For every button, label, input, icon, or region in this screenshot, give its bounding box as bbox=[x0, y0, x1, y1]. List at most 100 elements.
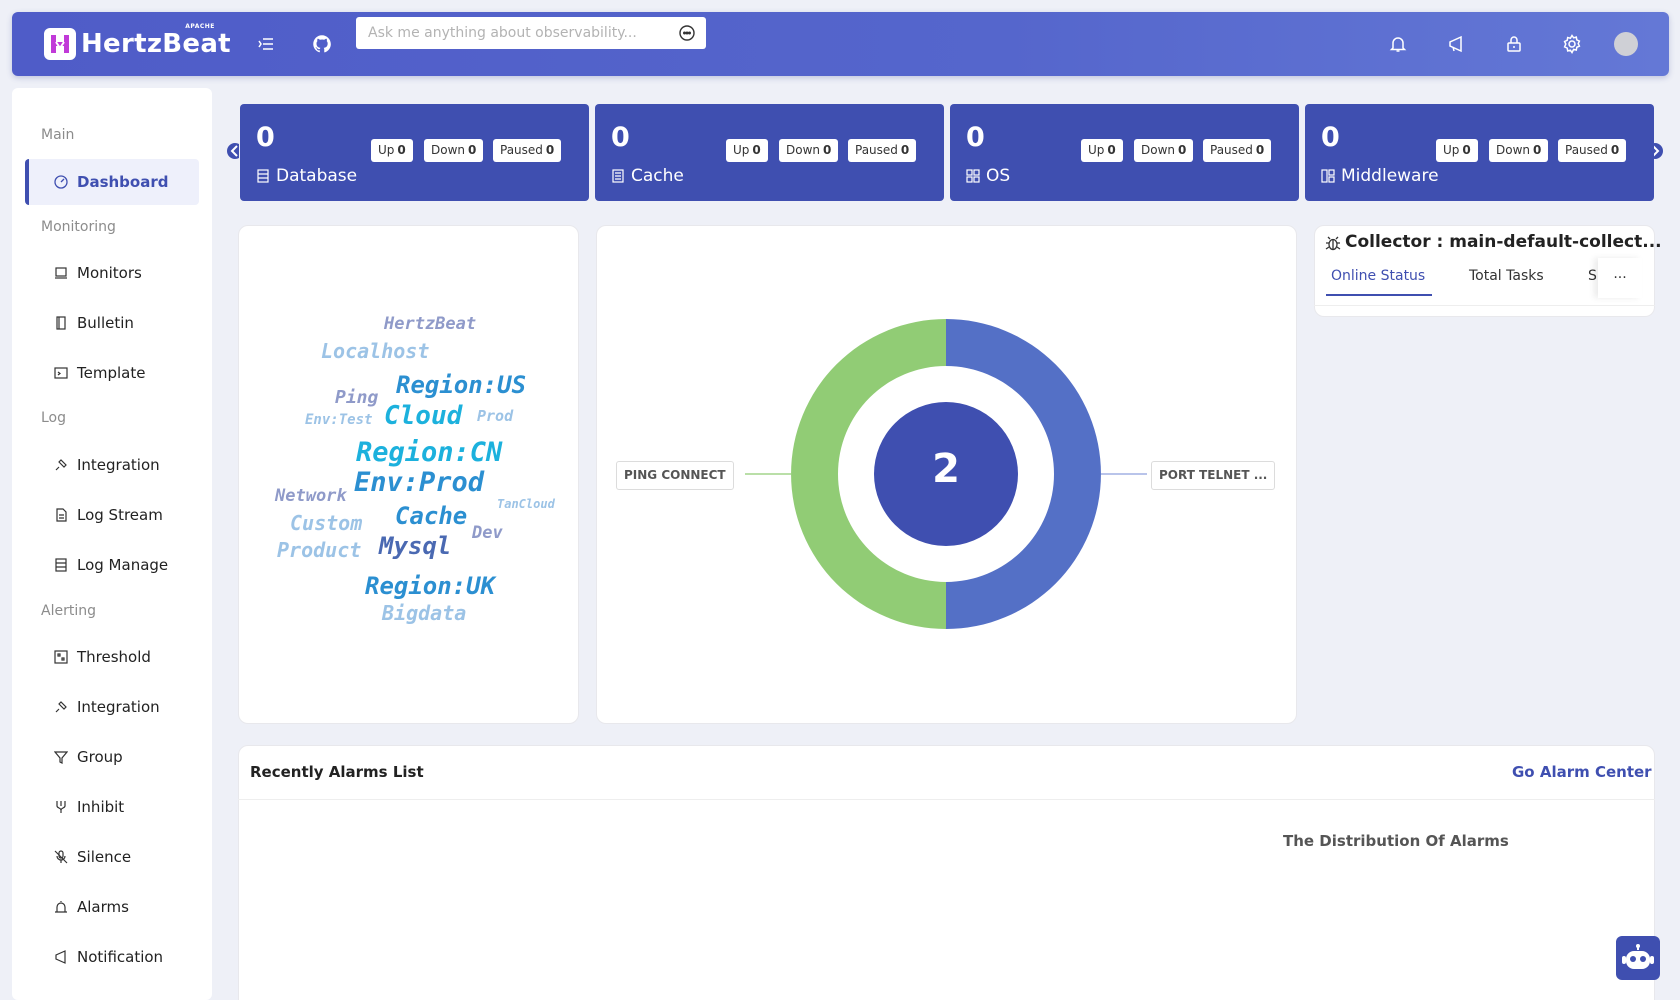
hertzbeat-logo[interactable]: APACHE HertzBeat bbox=[44, 23, 231, 60]
sidebar-item-label: Inhibit bbox=[77, 798, 125, 816]
alarms-title: Recently Alarms List bbox=[250, 763, 424, 781]
word-cloud-tag[interactable]: Env:Test bbox=[305, 412, 372, 428]
menu-fold-icon[interactable] bbox=[256, 34, 276, 54]
lock-icon[interactable] bbox=[1504, 34, 1524, 54]
sidebar-item-alarms[interactable]: Alarms bbox=[25, 884, 199, 930]
tabs-divider bbox=[1314, 305, 1655, 306]
sidebar-item-template[interactable]: Template bbox=[25, 350, 199, 396]
brand-name-text: HertzBeat bbox=[81, 29, 231, 59]
tabs-more-button[interactable]: ··· bbox=[1598, 258, 1642, 298]
up-badge: Up 0 bbox=[1436, 139, 1478, 162]
word-cloud-tag[interactable]: Dev bbox=[472, 523, 503, 543]
avatar[interactable] bbox=[1614, 32, 1638, 56]
tab-s[interactable]: S bbox=[1588, 268, 1597, 284]
word-cloud-tag[interactable]: Cloud bbox=[384, 401, 462, 431]
sidebar-item-group[interactable]: Group bbox=[25, 734, 199, 780]
donut-center-value: 2 bbox=[932, 446, 960, 492]
sidebar-item-label: Threshold bbox=[77, 648, 151, 666]
down-badge: Down 0 bbox=[424, 139, 484, 162]
paused-badge: Paused 0 bbox=[1203, 139, 1272, 162]
robot-chat-icon[interactable] bbox=[678, 24, 696, 42]
word-cloud-tag[interactable]: Network bbox=[275, 486, 347, 506]
brand-badge: APACHE bbox=[185, 23, 215, 30]
paused-badge: Paused 0 bbox=[848, 139, 917, 162]
dashboard-icon bbox=[53, 174, 69, 190]
word-cloud-tag[interactable]: Product bbox=[277, 538, 361, 562]
cache-icon bbox=[612, 169, 624, 183]
alarm-icon bbox=[53, 899, 69, 915]
search-input[interactable] bbox=[356, 17, 706, 49]
donut-label-ping-connect[interactable]: PING CONNECT bbox=[616, 461, 734, 490]
github-icon[interactable] bbox=[312, 34, 332, 54]
word-cloud-tag[interactable]: Env:Prod bbox=[354, 467, 484, 498]
sidebar-item-notification[interactable]: Notification bbox=[25, 934, 199, 980]
ai-chat-button[interactable] bbox=[1616, 936, 1660, 980]
carousel-prev-icon[interactable] bbox=[225, 140, 243, 162]
sidebar-item-label: Template bbox=[77, 364, 146, 382]
word-cloud-tag[interactable]: Region:US bbox=[396, 371, 526, 399]
word-cloud-tag[interactable]: Bigdata bbox=[382, 601, 466, 625]
top-header: APACHE HertzBeat bbox=[12, 12, 1669, 76]
stat-total: 0 bbox=[966, 122, 985, 153]
sidebar-group-monitoring: Monitoring bbox=[41, 219, 116, 235]
word-cloud-tag[interactable]: Region:UK bbox=[365, 572, 495, 600]
up-badge: Up 0 bbox=[1081, 139, 1123, 162]
sidebar-item-alert-integration[interactable]: Integration bbox=[25, 684, 199, 730]
table-icon bbox=[53, 557, 69, 573]
sidebar-item-label: Dashboard bbox=[77, 173, 169, 191]
bell-icon[interactable] bbox=[1388, 34, 1408, 54]
fork-icon bbox=[53, 799, 69, 815]
word-cloud-tag[interactable]: Cache bbox=[395, 502, 467, 530]
word-cloud-tag[interactable]: Localhost bbox=[321, 339, 429, 363]
stat-card-cache[interactable]: 0 Up 0 Down 0 Paused 0 Cache bbox=[595, 104, 944, 201]
stat-card-database[interactable]: 0 Up 0 Down 0 Paused 0 Database bbox=[240, 104, 589, 201]
hertzbeat-logo-icon bbox=[44, 28, 76, 60]
sidebar-item-log-manage[interactable]: Log Manage bbox=[25, 542, 199, 588]
stat-label: Middleware bbox=[1321, 166, 1439, 186]
sidebar-item-dashboard[interactable]: Dashboard bbox=[25, 159, 199, 205]
down-badge: Down 0 bbox=[779, 139, 839, 162]
sidebar-item-log-integration[interactable]: Integration bbox=[25, 442, 199, 488]
word-cloud-tag[interactable]: HertzBeat bbox=[384, 314, 476, 334]
stat-card-middleware[interactable]: 0 Up 0 Down 0 Paused 0 Middleware bbox=[1305, 104, 1654, 201]
stat-total: 0 bbox=[1321, 122, 1340, 153]
word-cloud-tag[interactable]: Region:CN bbox=[356, 437, 502, 468]
sidebar-item-monitors[interactable]: Monitors bbox=[25, 250, 199, 296]
collector-title: Collector : main-default-collect... bbox=[1345, 232, 1662, 252]
word-cloud-tag[interactable]: Ping bbox=[335, 387, 378, 408]
word-cloud-tag[interactable]: Mysql bbox=[379, 532, 451, 560]
up-badge: Up 0 bbox=[371, 139, 413, 162]
sidebar-group-log: Log bbox=[41, 410, 67, 426]
code-icon bbox=[53, 365, 69, 381]
stat-label: Cache bbox=[611, 166, 684, 186]
word-cloud-tag[interactable]: Custom bbox=[290, 511, 362, 535]
sidebar-item-label: Integration bbox=[77, 456, 160, 474]
announcement-icon bbox=[53, 949, 69, 965]
alarm-distribution-title: The Distribution Of Alarms bbox=[1283, 832, 1509, 850]
plug-icon bbox=[53, 699, 69, 715]
word-cloud-tag[interactable]: Prod bbox=[477, 407, 513, 425]
announcement-icon[interactable] bbox=[1446, 34, 1466, 54]
stat-card-os[interactable]: 0 Up 0 Down 0 Paused 0 OS bbox=[950, 104, 1299, 201]
sidebar-item-label: Log Manage bbox=[77, 556, 169, 574]
up-badge: Up 0 bbox=[726, 139, 768, 162]
sidebar-item-label: Bulletin bbox=[77, 314, 134, 332]
gear-icon[interactable] bbox=[1562, 34, 1582, 54]
tab-online-status[interactable]: Online Status bbox=[1331, 268, 1425, 284]
tab-total-tasks[interactable]: Total Tasks bbox=[1469, 268, 1544, 284]
bug-icon bbox=[1324, 234, 1342, 252]
donut-label-port-telnet[interactable]: PORT TELNET ... bbox=[1151, 461, 1276, 490]
sidebar-item-threshold[interactable]: Threshold bbox=[25, 634, 199, 680]
sidebar-item-label: Silence bbox=[77, 848, 132, 866]
down-badge: Down 0 bbox=[1134, 139, 1194, 162]
sidebar-item-inhibit[interactable]: Inhibit bbox=[25, 784, 199, 830]
file-text-icon bbox=[53, 507, 69, 523]
sidebar-item-log-stream[interactable]: Log Stream bbox=[25, 492, 199, 538]
active-tab-indicator bbox=[1326, 294, 1432, 296]
word-cloud-tag[interactable]: TanCloud bbox=[497, 497, 555, 511]
paused-badge: Paused 0 bbox=[1558, 139, 1627, 162]
stat-label: OS bbox=[966, 166, 1010, 186]
sidebar-item-silence[interactable]: Silence bbox=[25, 834, 199, 880]
sidebar-item-bulletin[interactable]: Bulletin bbox=[25, 300, 199, 346]
go-alarm-center-link[interactable]: Go Alarm Center bbox=[1512, 763, 1652, 781]
